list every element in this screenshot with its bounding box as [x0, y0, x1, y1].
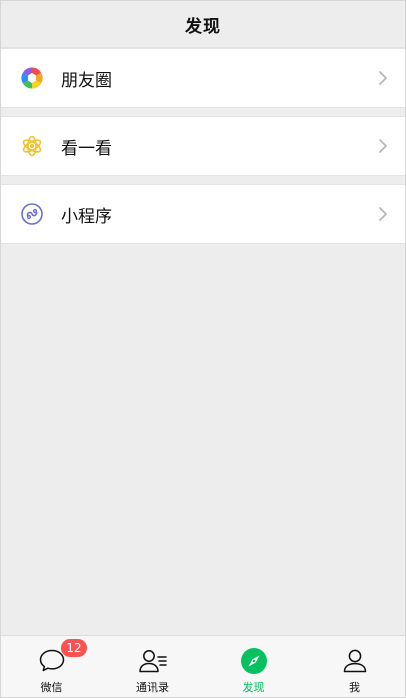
menu-item-label: 小程序 — [61, 206, 112, 227]
top-stories-icon — [19, 133, 45, 159]
unread-count-badge: 12 — [61, 639, 87, 657]
moments-aperture-icon — [19, 65, 45, 91]
app-window: 发现 朋友圈 看一看 小程序 微信 12 通讯录 发现 我 — [0, 0, 406, 698]
chevron-right-icon — [377, 205, 389, 223]
tab-label: 我 — [349, 681, 360, 694]
bottom-tab-bar: 微信 12 通讯录 发现 我 — [1, 635, 405, 697]
page-title: 发现 — [185, 16, 221, 37]
menu-item-moments[interactable]: 朋友圈 — [1, 49, 405, 107]
compass-icon — [239, 646, 269, 676]
menu-item-top-stories[interactable]: 看一看 — [1, 117, 405, 175]
person-icon — [340, 646, 370, 676]
tab-label: 微信 — [40, 681, 63, 694]
tab-label: 发现 — [242, 681, 265, 694]
menu-group-moments: 朋友圈 — [1, 48, 405, 108]
tab-label: 通讯录 — [136, 681, 169, 694]
tab-me[interactable]: 我 — [304, 636, 405, 697]
navigation-header: 发现 — [1, 1, 405, 48]
section-gap — [1, 176, 405, 184]
chevron-right-icon — [377, 137, 389, 155]
contacts-icon — [138, 646, 168, 676]
menu-item-label: 看一看 — [61, 138, 112, 159]
mini-program-icon — [19, 201, 45, 227]
chevron-right-icon — [377, 69, 389, 87]
menu-item-label: 朋友圈 — [61, 70, 112, 91]
menu-group-mini-programs: 小程序 — [1, 184, 405, 244]
tab-discover[interactable]: 发现 — [203, 636, 304, 697]
menu-group-top-stories: 看一看 — [1, 116, 405, 176]
menu-item-mini-programs[interactable]: 小程序 — [1, 185, 405, 243]
section-gap — [1, 108, 405, 116]
tab-contacts[interactable]: 通讯录 — [102, 636, 203, 697]
tab-chats[interactable]: 微信 12 — [1, 636, 102, 697]
